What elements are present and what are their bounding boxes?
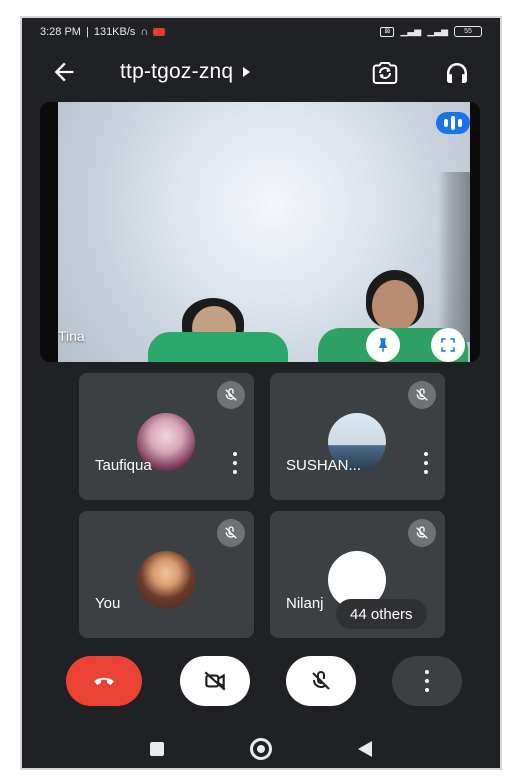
mic-off-icon: [416, 526, 428, 539]
top-bar: ttp-tgoz-znq: [22, 50, 500, 94]
call-controls: [22, 656, 500, 716]
mic-off-icon: [416, 388, 428, 401]
muted-indicator: [217, 519, 245, 547]
main-video-feed: [58, 102, 470, 362]
battery-icon: 55: [454, 26, 482, 37]
caret-right-icon: [243, 67, 251, 77]
status-separator: |: [85, 26, 89, 38]
dot: [424, 461, 428, 465]
mic-off-icon: [225, 388, 237, 401]
audio-level-bar: [458, 119, 462, 127]
mic-off-icon: [312, 671, 330, 690]
participant-menu-button[interactable]: [231, 452, 239, 474]
audio-level-bar: [444, 119, 448, 127]
fullscreen-button[interactable]: [431, 328, 465, 362]
participant-tile[interactable]: SUSHAN...: [270, 373, 445, 500]
participant-head: [372, 280, 418, 332]
participant-name: Taufiqua: [95, 457, 152, 474]
main-video-tile[interactable]: Tina: [40, 102, 480, 362]
signal-icon-2: ▁▃▅: [427, 26, 448, 36]
avatar: [137, 551, 195, 609]
participant-menu-button[interactable]: [422, 452, 430, 474]
headset-status-icon: ∩: [140, 26, 149, 38]
back-nav-button[interactable]: [358, 741, 372, 757]
signal-icon: ▁▃▅: [400, 26, 422, 36]
participant-name: You: [95, 595, 121, 612]
participant-tile-self[interactable]: You: [79, 511, 254, 638]
muted-indicator: [408, 381, 436, 409]
battery-level: 55: [464, 28, 472, 35]
system-nav-bar: [22, 728, 500, 768]
more-options-button[interactable]: [392, 656, 462, 706]
dot: [425, 688, 429, 692]
status-time: 3:28 PM: [40, 26, 81, 38]
back-button[interactable]: [50, 58, 78, 86]
dot: [425, 679, 429, 683]
pin-button[interactable]: [366, 328, 400, 362]
participant-name: SUSHAN...: [286, 457, 362, 474]
audio-level-bar: [451, 116, 455, 130]
muted-indicator: [217, 381, 245, 409]
participant-figure: [148, 292, 288, 362]
recents-button[interactable]: [150, 742, 164, 756]
camera-rotate-icon: [372, 62, 398, 84]
mic-toggle-button[interactable]: [286, 656, 356, 706]
pin-icon: [379, 338, 387, 352]
switch-camera-button[interactable]: [370, 58, 400, 88]
mail-status-icon: [153, 28, 166, 36]
headphones-icon: [447, 63, 467, 83]
participant-body: [148, 332, 288, 362]
participant-tile-others[interactable]: Nilanj 44 others: [270, 511, 445, 638]
fullscreen-icon: [441, 338, 455, 352]
dot: [425, 670, 429, 674]
status-right: ⊠ ▁▃▅ ▁▃▅ 55: [380, 26, 482, 37]
phone-hangup-icon: [94, 677, 114, 685]
participant-name: Nilanj: [286, 595, 324, 612]
video-off-icon: [204, 671, 226, 691]
camera-toggle-button[interactable]: [180, 656, 250, 706]
main-participant-name: Tina: [58, 328, 85, 344]
meeting-title[interactable]: ttp-tgoz-znq: [120, 60, 251, 84]
status-bar: 3:28 PM | 131KB/s ∩ ⊠ ▁▃▅ ▁▃▅ 55: [40, 24, 482, 42]
others-count-badge[interactable]: 44 others: [336, 599, 427, 629]
more-vert-icon: [423, 670, 431, 692]
volte-icon: ⊠: [380, 26, 395, 37]
audio-output-button[interactable]: [442, 58, 472, 88]
mic-off-icon: [225, 526, 237, 539]
end-call-button[interactable]: [66, 656, 142, 706]
dot: [233, 461, 237, 465]
arrow-left-icon: [54, 62, 74, 82]
audio-level-indicator: [436, 112, 470, 134]
meet-screen: 3:28 PM | 131KB/s ∩ ⊠ ▁▃▅ ▁▃▅ 55 ttp-tgo…: [22, 18, 500, 768]
muted-indicator: [408, 519, 436, 547]
home-button[interactable]: [250, 738, 272, 760]
status-left: 3:28 PM | 131KB/s ∩: [40, 26, 166, 38]
participant-tile[interactable]: Taufiqua: [79, 373, 254, 500]
status-speed: 131KB/s: [93, 26, 136, 38]
meeting-code: ttp-tgoz-znq: [120, 60, 234, 83]
dot: [424, 470, 428, 474]
dot: [233, 452, 237, 456]
dot: [424, 452, 428, 456]
dot: [233, 470, 237, 474]
